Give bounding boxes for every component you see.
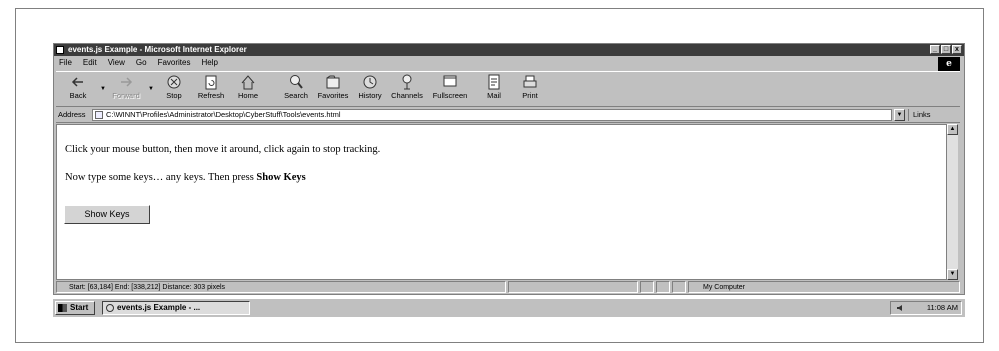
search-button[interactable]: Search [278,73,314,104]
stop-icon [167,75,181,89]
menu-help[interactable]: Help [200,57,218,69]
address-dropdown-icon[interactable]: ▼ [894,109,905,121]
menu-view[interactable]: View [107,57,126,69]
menu-favorites[interactable]: Favorites [157,57,192,69]
status-pane-empty-4 [672,281,686,293]
print-icon [523,75,537,88]
print-label: Print [522,91,538,100]
status-pane-empty-3 [656,281,670,293]
favorites-icon [326,75,340,89]
forward-label: Forward [112,91,140,100]
close-button[interactable]: x [952,45,962,54]
ie-app-icon[interactable] [56,46,64,54]
standard-toolbar: Back ▼ Forward ▼ Stop Refresh Home Searc… [56,71,960,107]
status-main: Start: [63,184] End: [338,212] Distance:… [56,281,506,293]
search-icon [290,75,303,89]
address-value: C:\WINNT\Profiles\Administrator\Desktop\… [106,110,341,119]
ie-throbber-logo: e [938,57,960,71]
instruction-keys-text: Now type some keys… any keys. Then press [65,172,257,183]
back-arrow-icon [71,77,83,87]
forward-arrow-icon [121,77,133,87]
clock: 11:08 AM [926,303,958,312]
channels-button[interactable]: Channels [389,73,425,104]
menu-bar: File Edit View Go Favorites Help [58,57,219,69]
back-button[interactable]: Back [60,73,96,104]
home-button[interactable]: Home [230,73,266,104]
links-button[interactable]: Links [908,109,931,121]
minimize-button[interactable]: _ [930,45,940,54]
scroll-up-icon[interactable]: ▲ [947,124,958,135]
history-icon [363,75,377,89]
search-label: Search [284,91,308,100]
show-keys-button[interactable]: Show Keys [64,205,150,224]
history-label: History [358,91,382,100]
taskbar-window-button[interactable]: events.js Example - ... [102,301,250,315]
favorites-label: Favorites [317,91,349,100]
fullscreen-button[interactable]: Fullscreen [432,73,468,104]
back-dropdown-icon[interactable]: ▼ [100,86,106,92]
stop-label: Stop [166,91,182,100]
vertical-scrollbar[interactable]: ▲ ▼ [947,124,958,280]
maximize-button[interactable]: □ [941,45,951,54]
title-bar[interactable]: events.js Example - Microsoft Internet E… [54,44,964,56]
status-text: Start: [63,184] End: [338,212] Distance:… [69,284,226,291]
home-label: Home [237,91,258,100]
mail-button[interactable]: Mail [476,73,512,104]
ie-page-icon [106,304,114,312]
fullscreen-icon [443,75,457,87]
speaker-icon[interactable] [896,304,904,312]
forward-button[interactable]: Forward [108,73,144,104]
status-zone: My Computer [688,281,960,293]
fullscreen-label: Fullscreen [432,91,468,100]
channels-icon [402,74,412,90]
menu-edit[interactable]: Edit [82,57,98,69]
window-title: events.js Example - Microsoft Internet E… [68,45,247,54]
start-button[interactable]: Start [55,301,95,315]
print-button[interactable]: Print [512,73,548,104]
address-input[interactable]: C:\WINNT\Profiles\Administrator\Desktop\… [92,109,892,121]
page-content: Click your mouse button, then move it ar… [56,124,947,280]
zone-text: My Computer [703,284,746,291]
channels-label: Channels [391,91,423,100]
instruction-keys-bold: Show Keys [256,172,306,183]
address-label: Address [58,110,86,119]
refresh-button[interactable]: Refresh [193,73,229,104]
address-bar: Address C:\WINNT\Profiles\Administrator\… [56,108,960,123]
history-button[interactable]: History [352,73,388,104]
system-tray: 11:08 AM [890,301,962,315]
stop-button[interactable]: Stop [156,73,192,104]
back-label: Back [69,91,87,100]
refresh-label: Refresh [197,91,225,100]
instruction-keys: Now type some keys… any keys. Then press… [65,172,306,183]
page-icon [95,111,103,119]
mail-label: Mail [487,91,501,100]
taskbar-window-label: events.js Example - ... [117,303,201,312]
browser-window: events.js Example - Microsoft Internet E… [53,43,965,295]
menu-go[interactable]: Go [135,57,148,69]
mail-icon [488,74,500,90]
forward-dropdown-icon[interactable]: ▼ [148,86,154,92]
favorites-button[interactable]: Favorites [315,73,351,104]
windows-logo-icon [58,304,67,312]
instruction-mouse: Click your mouse button, then move it ar… [65,144,381,155]
taskbar: Start events.js Example - ... 11:08 AM [53,298,965,317]
status-pane-empty-1 [508,281,638,293]
scroll-down-icon[interactable]: ▼ [947,269,958,280]
status-pane-empty-2 [640,281,654,293]
window-controls: _ □ x [930,45,962,54]
status-bar: Start: [63,184] End: [338,212] Distance:… [56,281,960,293]
menu-file[interactable]: File [58,57,73,69]
home-icon [241,75,255,90]
start-label: Start [70,303,89,312]
refresh-icon [205,75,217,90]
